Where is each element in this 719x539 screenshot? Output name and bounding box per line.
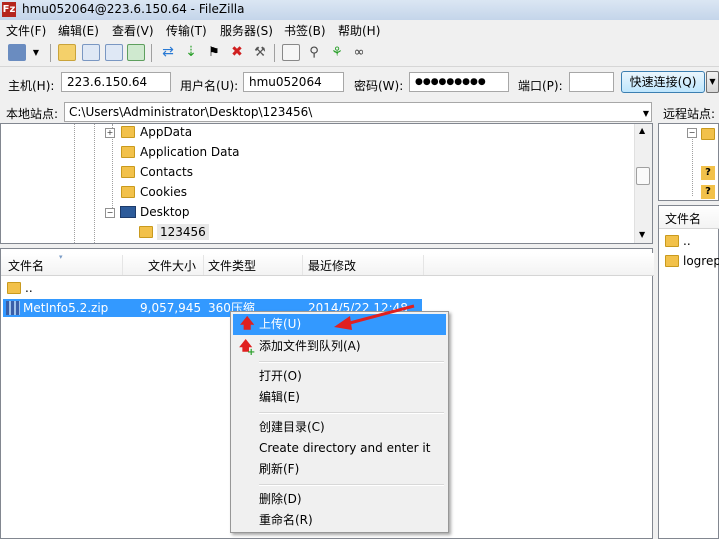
menu-item-rename[interactable]: 重命名(R) (234, 510, 445, 531)
remote-site-bar: 远程站点: (658, 101, 719, 123)
menu-item-add-to-queue[interactable]: 🡅 + 添加文件到队列(A) (234, 336, 445, 358)
unknown-folder-icon: ? (701, 185, 715, 199)
menu-edit[interactable]: 编辑(E) (58, 22, 99, 39)
menu-bookmarks[interactable]: 书签(B) (284, 22, 326, 39)
message-log-toggle-icon[interactable] (58, 44, 76, 61)
directory-compare-icon[interactable] (282, 44, 300, 61)
site-manager-icon[interactable] (8, 44, 26, 61)
column-filetype[interactable]: 文件类型 (208, 257, 256, 274)
expand-plus-icon[interactable]: + (105, 128, 115, 138)
chevron-down-icon[interactable]: ▼ (643, 109, 649, 118)
host-input[interactable]: 223.6.150.64 (61, 72, 171, 92)
folder-icon (139, 226, 153, 238)
password-label: 密码(W): (354, 79, 404, 93)
refresh-icon[interactable]: ⇄ (159, 44, 177, 61)
sync-browsing-icon[interactable]: ⚲ (305, 44, 323, 61)
column-filename[interactable]: 文件名 (8, 257, 44, 274)
menu-item-create-directory-enter[interactable]: Create directory and enter it (234, 438, 445, 459)
folder-icon (7, 282, 21, 294)
menu-item-open[interactable]: 打开(O) (234, 366, 445, 387)
menu-item-delete[interactable]: 删除(D) (234, 489, 445, 510)
menu-server[interactable]: 服务器(S) (220, 22, 273, 39)
sort-indicator-icon: ▾ (59, 253, 63, 261)
scroll-down-icon[interactable]: ▼ (639, 230, 645, 239)
cancel-operation-icon[interactable]: ✖ (228, 44, 246, 61)
folder-icon (665, 255, 679, 267)
scroll-up-icon[interactable]: ▲ (639, 126, 645, 135)
zip-archive-icon (6, 301, 20, 315)
menu-item-edit[interactable]: 编辑(E) (234, 387, 445, 408)
local-path-value: C:\Users\Administrator\Desktop\123456\ (69, 105, 313, 119)
remote-directory-tree[interactable]: − ? ? (658, 123, 719, 201)
find-files-binoculars-icon[interactable]: ∞ (350, 44, 368, 61)
host-label: 主机(H): (8, 79, 55, 93)
remote-site-label: 远程站点: (663, 107, 716, 121)
transfer-queue-toggle-icon[interactable] (127, 44, 145, 61)
file-list-header: 文件名 ▾ 文件大小 文件类型 最近修改 (1, 253, 654, 276)
menu-item-refresh[interactable]: 刷新(F) (234, 459, 445, 480)
upload-arrow-icon: 🡅 (240, 316, 255, 332)
remote-column-filename[interactable]: 文件名 (665, 210, 701, 227)
filezilla-app-icon: Fz (2, 2, 16, 17)
port-label: 端口(P): (518, 79, 563, 93)
local-path-combobox[interactable]: C:\Users\Administrator\Desktop\123456\ ▼ (64, 102, 652, 122)
tree-item-appdata[interactable]: + AppData (105, 124, 405, 142)
local-directory-tree[interactable]: + AppData Application Data Contacts Cook… (0, 123, 653, 244)
disconnect-icon[interactable]: ⚒ (251, 44, 269, 61)
password-input[interactable]: ●●●●●●●●● (409, 72, 509, 92)
menu-help[interactable]: 帮助(H) (338, 22, 380, 39)
folder-icon (665, 235, 679, 247)
unknown-folder-icon: ? (701, 166, 715, 180)
remote-file-list[interactable]: 文件名 .. logrep (658, 205, 719, 539)
collapse-minus-icon[interactable]: − (687, 128, 697, 138)
menu-view[interactable]: 查看(V) (112, 22, 154, 39)
local-tree-toggle-icon[interactable] (82, 44, 100, 61)
toolbar: ▼ ⇄ ⇣ ⚑ ✖ ⚒ ⚲ ⚘ ∞ (0, 40, 719, 67)
local-site-label: 本地站点: (6, 107, 59, 121)
scroll-thumb[interactable] (636, 167, 650, 185)
file-row-parent[interactable]: .. (3, 279, 203, 297)
folder-icon (121, 166, 135, 178)
title-bar: Fz hmu052064@223.6.150.64 - FileZilla (0, 0, 719, 20)
tree-item-contacts[interactable]: Contacts (105, 162, 405, 182)
menu-item-create-directory[interactable]: 创建目录(C) (234, 417, 445, 438)
window-title: hmu052064@223.6.150.64 - FileZilla (22, 2, 245, 16)
site-manager-dropdown-icon[interactable]: ▼ (30, 44, 42, 61)
username-label: 用户名(U): (180, 79, 239, 93)
column-filesize[interactable]: 文件大小 (148, 257, 196, 274)
tree-item-cookies[interactable]: Cookies (105, 182, 405, 202)
desktop-icon (120, 206, 136, 218)
remote-tree-toggle-icon[interactable] (105, 44, 123, 61)
collapse-minus-icon[interactable]: − (105, 208, 115, 218)
menu-bar: 文件(F) 编辑(E) 查看(V) 传输(T) 服务器(S) 书签(B) 帮助(… (0, 20, 719, 40)
username-input[interactable]: hmu052064 (243, 72, 344, 92)
annotation-arrow-icon (334, 304, 415, 330)
local-site-bar: 本地站点: C:\Users\Administrator\Desktop\123… (0, 101, 653, 123)
folder-icon (701, 128, 715, 140)
search-remote-icon[interactable]: ⚘ (328, 44, 346, 61)
remote-row-logrep[interactable]: logrep (661, 252, 719, 270)
tree-item-application-data[interactable]: Application Data (105, 142, 405, 162)
menu-file[interactable]: 文件(F) (6, 22, 46, 39)
folder-icon (121, 146, 135, 158)
tree-item-desktop[interactable]: − Desktop (105, 202, 405, 222)
tree-item-123456[interactable]: 123456 (137, 222, 437, 242)
filter-icon[interactable]: ⚑ (205, 44, 223, 61)
column-modified[interactable]: 最近修改 (308, 257, 356, 274)
remote-row-parent[interactable]: .. (661, 232, 719, 250)
context-menu: 🡅 上传(U) 🡅 + 添加文件到队列(A) 打开(O) 编辑(E) 创建目录(… (230, 311, 449, 533)
quickconnect-bar: 主机(H): 223.6.150.64 用户名(U): hmu052064 密码… (0, 67, 719, 99)
menu-transfer[interactable]: 传输(T) (166, 22, 207, 39)
tree-scrollbar[interactable]: ▲ ▼ (634, 124, 652, 243)
quickconnect-dropdown-icon[interactable]: ▼ (706, 71, 719, 93)
port-input[interactable] (569, 72, 614, 92)
folder-icon (121, 126, 135, 138)
quickconnect-button[interactable]: 快速连接(Q) (621, 71, 705, 93)
folder-icon (121, 186, 135, 198)
process-queue-icon[interactable]: ⇣ (182, 44, 200, 61)
